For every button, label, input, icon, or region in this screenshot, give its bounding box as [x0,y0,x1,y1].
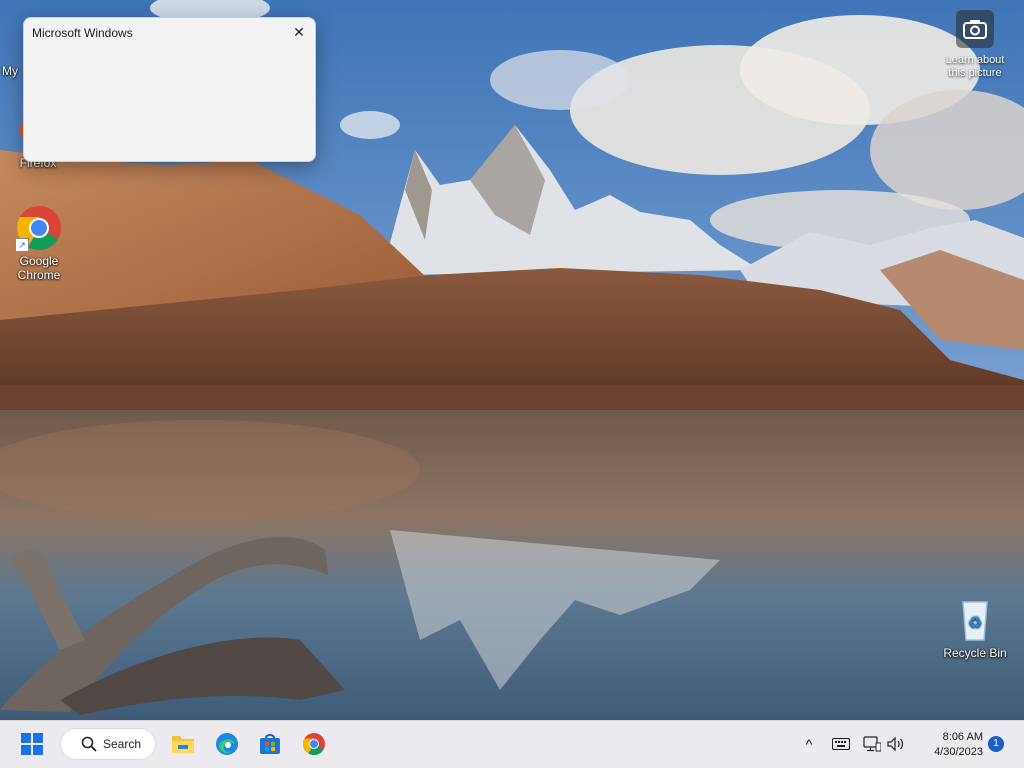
taskbar-microsoft-store[interactable] [253,727,287,761]
file-explorer-icon [172,736,194,753]
volume-icon [887,737,903,751]
learn-about-picture[interactable]: Learn about this picture [938,10,1012,80]
desktop-icon-label: Recycle Bin [943,646,1007,660]
close-button[interactable]: ✕ [289,22,309,42]
notification-badge[interactable]: 1 [988,736,1004,752]
clock-date: 4/30/2023 [934,746,983,758]
taskbar-chrome[interactable] [297,727,331,761]
clock[interactable]: 8:06 AM 4/30/2023 [915,730,983,760]
keyboard-icon [832,738,850,750]
learn-about-picture-label: Learn about this picture [945,54,1005,79]
camera-icon [956,10,994,48]
recycle-bin-icon: ♻ [951,596,999,644]
taskbar: Search ^ 8:06 AM 4/30/2023 [0,720,1024,768]
microsoft-windows-dialog: Microsoft Windows ✕ [23,17,316,162]
chrome-icon: ↗ [15,204,63,252]
dialog-title: Microsoft Windows [32,26,133,40]
keyboard-button[interactable] [832,735,850,753]
shortcut-arrow-icon: ↗ [15,238,29,252]
search-label: Search [103,737,142,751]
desktop-icon-google-chrome[interactable]: ↗ Google Chrome [1,204,77,282]
svg-text:♻: ♻ [968,613,982,632]
chevron-up-icon: ^ [805,736,813,752]
taskbar-edge[interactable] [210,727,244,761]
network-icon [863,736,881,752]
edge-icon [216,733,238,755]
clock-time: 8:06 AM [942,731,983,743]
store-icon [260,734,280,754]
volume-button[interactable] [887,735,905,753]
show-hidden-icons-button[interactable]: ^ [801,735,817,753]
chrome-icon [303,733,325,755]
taskbar-search[interactable]: Search [61,729,155,759]
start-icon [21,733,43,755]
desktop-icon-recycle-bin[interactable]: ♻ Recycle Bin [937,596,1013,660]
search-icon [81,736,97,752]
taskbar-file-explorer[interactable] [166,727,200,761]
network-button[interactable] [863,735,881,753]
desktop-icon-label: Google Chrome [17,254,61,282]
start-button[interactable] [15,727,49,761]
close-icon: ✕ [293,24,305,40]
